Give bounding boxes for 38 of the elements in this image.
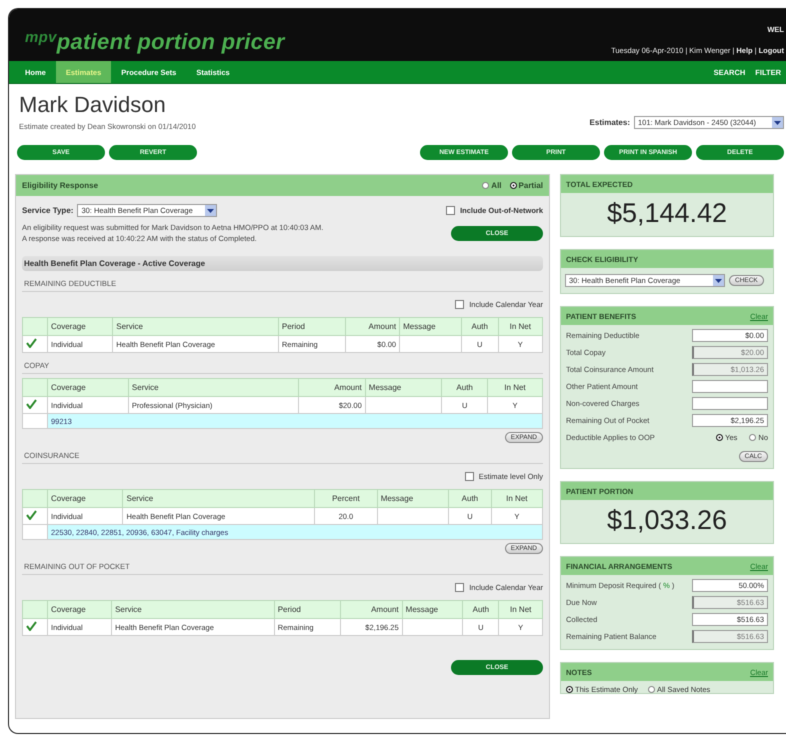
- column-header: Period: [274, 600, 340, 618]
- column-header: Coverage: [48, 600, 112, 618]
- column-header: Coverage: [48, 318, 113, 336]
- total-amount: $5,144.42: [606, 197, 728, 230]
- app-logo: $^{mpv}$patient portion pricer: [25, 29, 285, 55]
- column-header: Message: [377, 490, 449, 508]
- portion-amount: $1,033.26: [606, 504, 728, 537]
- column-header: Service: [128, 378, 298, 396]
- coverage-heading: Health Benefit Plan Coverage - Active Coverage: [22, 256, 543, 271]
- filter-radio[interactable]: Partial: [510, 181, 543, 190]
- column-header: Message: [400, 318, 462, 336]
- column-header: Coverage: [48, 378, 128, 396]
- column-header: Period: [278, 318, 346, 336]
- filter-radio[interactable]: All: [482, 181, 502, 190]
- column-header: Message: [402, 600, 463, 618]
- column-header: Amount: [298, 378, 366, 396]
- column-header: Auth: [461, 318, 498, 336]
- input-field[interactable]: [692, 397, 768, 410]
- column-header: In Net: [498, 318, 542, 336]
- column-header: Auth: [462, 600, 499, 618]
- column-header: Service: [112, 318, 278, 336]
- panel-title: Eligibility Response: [22, 181, 98, 190]
- estimates-label: Estimates:: [590, 118, 630, 127]
- column-header: Auth: [442, 378, 488, 396]
- column-header: Coverage: [48, 490, 123, 508]
- column-header: Amount: [340, 600, 402, 618]
- column-header: Amount: [345, 318, 400, 336]
- column-header: Percent: [314, 490, 378, 508]
- column-header: Auth: [448, 490, 492, 508]
- column-header: Message: [365, 378, 442, 396]
- service-type-label: Service Type:: [22, 206, 74, 214]
- column-header: Service: [112, 600, 274, 618]
- column-header: In Net: [487, 378, 542, 396]
- input-field[interactable]: [692, 380, 768, 393]
- column-header: In Net: [491, 490, 542, 508]
- column-header: In Net: [498, 600, 542, 618]
- patient-name: Mark Davidson: [19, 92, 167, 118]
- column-header: Service: [122, 490, 315, 508]
